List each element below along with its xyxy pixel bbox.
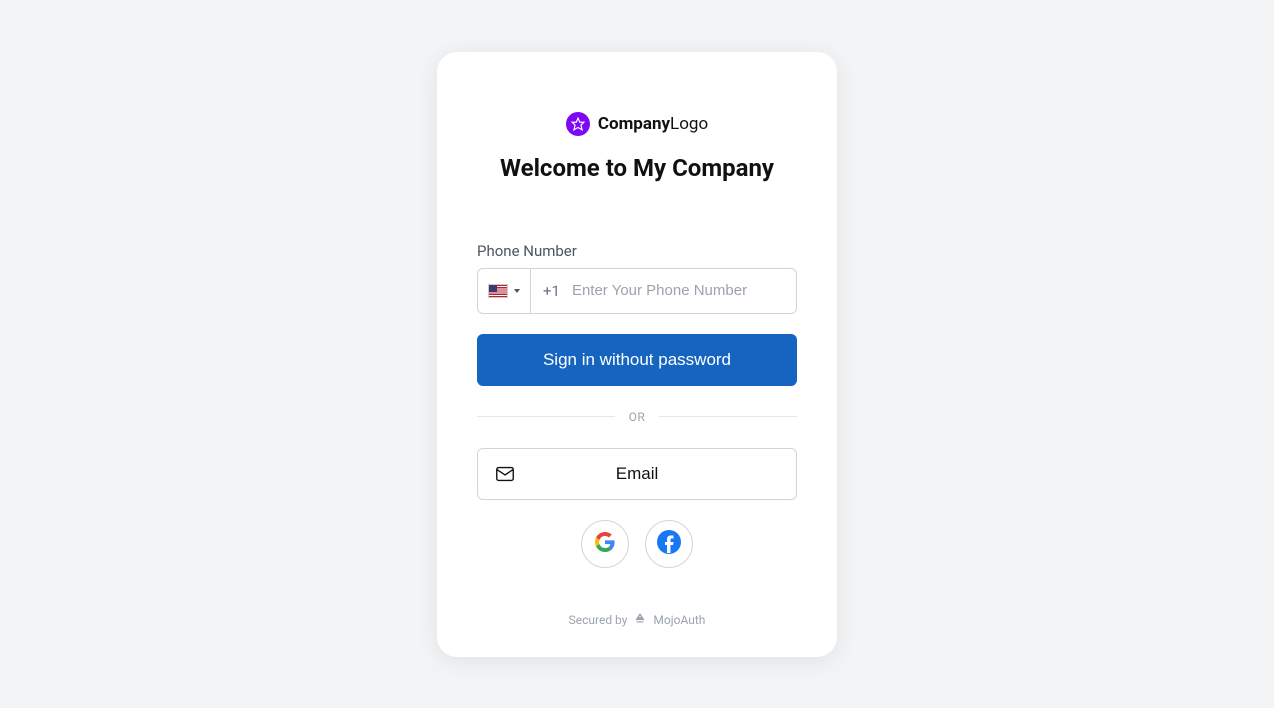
divider-line-right (659, 416, 797, 417)
email-button-label: Email (616, 464, 659, 484)
footer: Secured by MojoAuth (569, 612, 706, 629)
signin-button[interactable]: Sign in without password (477, 334, 797, 386)
email-icon (494, 463, 516, 485)
facebook-icon (657, 530, 681, 557)
email-signin-button[interactable]: Email (477, 448, 797, 500)
logo-text: CompanyLogo (598, 114, 708, 134)
google-signin-button[interactable] (581, 520, 629, 568)
provider-name: MojoAuth (653, 613, 705, 627)
us-flag-icon (488, 284, 508, 298)
logo-text-bold: Company (598, 114, 670, 134)
phone-input[interactable] (572, 282, 784, 299)
phone-field-group: +1 (477, 268, 797, 314)
page-title: Welcome to My Company (500, 154, 774, 182)
chevron-down-icon (514, 289, 520, 293)
social-login-row (581, 520, 693, 568)
google-icon (595, 532, 615, 555)
phone-input-container: +1 (530, 268, 797, 314)
divider: OR (477, 410, 797, 424)
phone-label: Phone Number (477, 242, 577, 260)
divider-line-left (477, 416, 615, 417)
dial-code: +1 (543, 282, 560, 300)
divider-text: OR (629, 410, 646, 424)
wizard-icon (633, 612, 647, 629)
login-card: CompanyLogo Welcome to My Company Phone … (437, 52, 837, 657)
secured-by-text: Secured by (569, 613, 628, 627)
logo-star-icon (566, 112, 590, 136)
country-code-selector[interactable] (477, 268, 530, 314)
logo-text-light: Logo (670, 114, 708, 134)
facebook-signin-button[interactable] (645, 520, 693, 568)
company-logo: CompanyLogo (566, 112, 708, 136)
